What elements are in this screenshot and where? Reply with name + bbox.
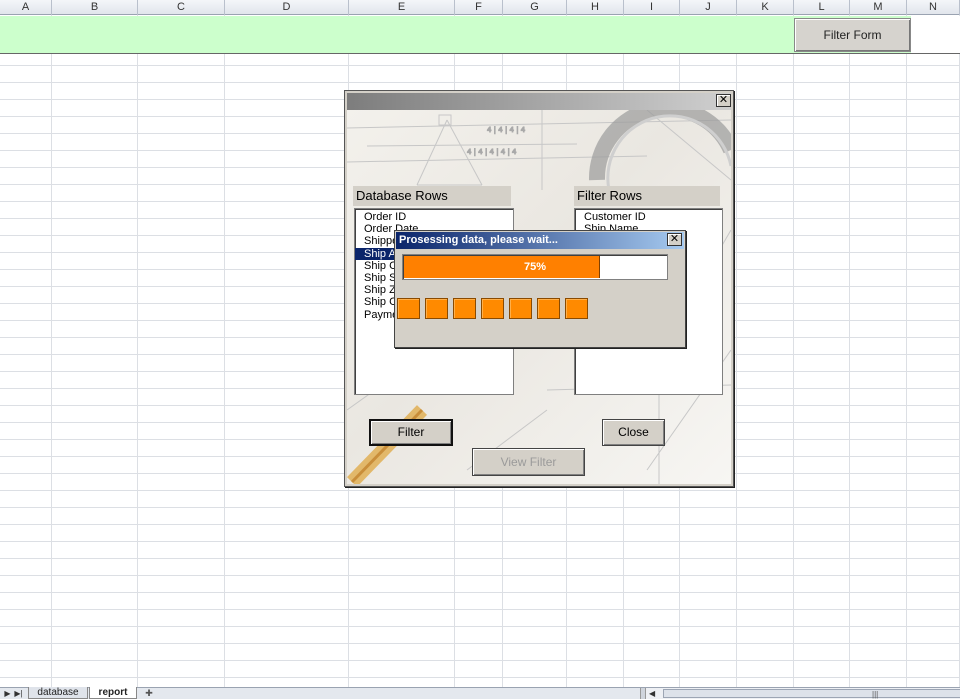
progress-percent: 75%	[523, 261, 547, 273]
scrollbar-thumb[interactable]: |||	[663, 689, 960, 699]
filter-row-item[interactable]: Customer ID	[575, 211, 722, 223]
filter-button[interactable]: Filter	[369, 419, 453, 446]
database-row-item[interactable]: Order ID	[355, 211, 513, 223]
filter-rows-label: Filter Rows	[574, 186, 720, 206]
column-header-l[interactable]: L	[794, 0, 850, 15]
filter-form-button[interactable]: Filter Form	[794, 18, 911, 52]
column-header-b[interactable]: B	[52, 0, 138, 15]
insert-sheet-icon[interactable]: ✚	[140, 688, 158, 699]
column-header-m[interactable]: M	[850, 0, 907, 15]
column-header-g[interactable]: G	[503, 0, 567, 15]
close-icon[interactable]: ✕	[716, 94, 731, 107]
progress-block	[481, 298, 504, 319]
column-header-n[interactable]: N	[907, 0, 960, 15]
svg-text:4 | 4 | 4 | 4: 4 | 4 | 4 | 4	[487, 126, 526, 134]
progress-dialog-title[interactable]: Prosessing data, please wait...	[396, 232, 684, 249]
column-header-c[interactable]: C	[138, 0, 225, 15]
database-rows-label: Database Rows	[353, 186, 511, 206]
horizontal-scrollbar[interactable]: ◀ |||	[640, 688, 960, 699]
progress-bar: 75%	[402, 254, 668, 280]
progress-block	[425, 298, 448, 319]
sheet-tab-database[interactable]: database	[28, 687, 88, 699]
progress-block	[453, 298, 476, 319]
progress-block	[537, 298, 560, 319]
scroll-tabs-last-icon[interactable]: ▶|	[13, 688, 24, 699]
view-filter-button[interactable]: View Filter	[472, 448, 585, 476]
scroll-left-icon[interactable]: ◀	[649, 688, 655, 699]
column-header-f[interactable]: F	[455, 0, 503, 15]
svg-text:4 | 4 | 4 | 4 | 4: 4 | 4 | 4 | 4 | 4	[467, 148, 517, 156]
progress-block	[565, 298, 588, 319]
column-header-d[interactable]: D	[225, 0, 349, 15]
scroll-tabs-right-icon[interactable]: ▶	[2, 688, 13, 699]
form-titlebar[interactable]	[347, 93, 731, 110]
column-header-k[interactable]: K	[737, 0, 794, 15]
progress-block	[397, 298, 420, 319]
column-header-a[interactable]: A	[0, 0, 52, 15]
column-header-row: ABCDEFGHIJKLMN	[0, 0, 960, 15]
sheet-tab-bar: ▶ ▶| database report ✚ ◀ |||	[0, 687, 960, 699]
close-button[interactable]: Close	[602, 419, 665, 446]
column-header-e[interactable]: E	[349, 0, 455, 15]
close-icon[interactable]: ✕	[667, 233, 682, 246]
column-header-j[interactable]: J	[680, 0, 737, 15]
progress-block	[509, 298, 532, 319]
column-header-h[interactable]: H	[567, 0, 624, 15]
sheet-tab-report[interactable]: report	[89, 687, 137, 699]
column-header-i[interactable]: I	[624, 0, 680, 15]
progress-dialog: Prosessing data, please wait... ✕ 75%	[394, 230, 686, 348]
